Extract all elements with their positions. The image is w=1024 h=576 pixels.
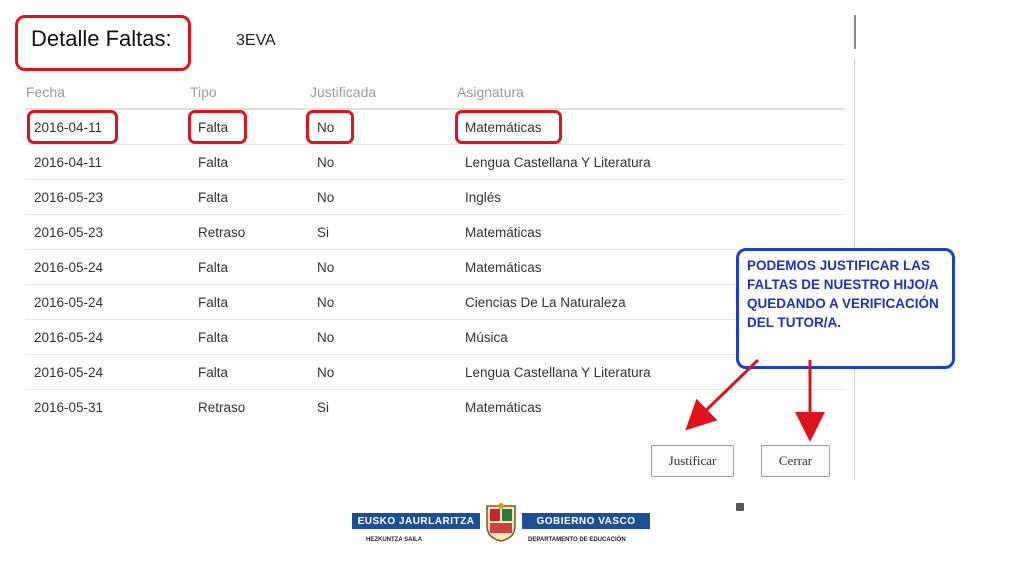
table-row[interactable]: 2016-05-31 Retraso Si Matemáticas [25, 390, 845, 425]
cell-justificada: No [317, 330, 335, 345]
table-row[interactable]: 2016-05-24 Falta No Matemáticas [25, 250, 845, 285]
cell-asignatura: Ciencias De La Naturaleza [465, 295, 626, 310]
cell-tipo: Falta [198, 155, 229, 170]
government-logo: EUSKO JAURLARITZA GOBIERNO VASCO HEZKUNT… [352, 500, 650, 550]
justify-button[interactable]: Justificar [651, 445, 734, 477]
coat-of-arms-icon [486, 503, 516, 542]
cell-fecha: 2016-04-11 [34, 155, 103, 170]
highlight-justificada [306, 110, 354, 144]
highlight-asignatura [455, 110, 562, 144]
column-header-tipo[interactable]: Tipo [190, 84, 217, 100]
cell-fecha: 2016-05-23 [34, 225, 104, 240]
page-title: Detalle Faltas: [31, 26, 172, 51]
cell-asignatura: Matemáticas [465, 260, 542, 275]
period-label: 3EVA [236, 32, 276, 49]
cell-justificada: Si [317, 225, 330, 240]
cell-tipo: Retraso [198, 225, 246, 240]
table-row[interactable]: 2016-04-11 Falta No Matemáticas [25, 110, 845, 145]
cell-fecha: 2016-05-23 [34, 190, 104, 205]
logo-right-subtitle: DEPARTAMENTO DE EDUCACIÓN [528, 537, 626, 543]
cell-tipo: Falta [198, 190, 229, 205]
table-row[interactable]: 2016-05-24 Falta No Lengua Castellana Y … [25, 355, 845, 390]
logo-right-bar: GOBIERNO VASCO [522, 513, 650, 529]
column-header-asignatura[interactable]: Asignatura [457, 84, 524, 100]
cell-asignatura: Matemáticas [465, 225, 542, 240]
cell-asignatura: Música [465, 330, 508, 345]
cell-fecha: 2016-05-24 [34, 365, 104, 380]
cell-fecha: 2016-05-24 [34, 295, 104, 310]
cell-justificada: No [317, 155, 335, 170]
window-divider [854, 15, 856, 49]
cell-fecha: 2016-05-31 [34, 400, 104, 415]
cell-fecha: 2016-05-24 [34, 330, 104, 345]
cell-asignatura: Inglés [465, 190, 502, 205]
cell-tipo: Falta [198, 330, 229, 345]
small-square-marker [736, 503, 744, 511]
column-header-fecha[interactable]: Fecha [26, 84, 65, 100]
cell-asignatura: Lengua Castellana Y Literatura [465, 365, 651, 380]
logo-left-subtitle: HEZKUNTZA SAILA [366, 537, 423, 543]
cell-fecha: 2016-05-24 [34, 260, 104, 275]
cell-justificada: Si [317, 400, 330, 415]
table-row[interactable]: 2016-04-11 Falta No Lengua Castellana Y … [25, 145, 845, 180]
cell-tipo: Retraso [198, 400, 246, 415]
cell-justificada: No [317, 295, 335, 310]
cell-asignatura: Matemáticas [465, 400, 542, 415]
cell-justificada: No [317, 365, 335, 380]
logo-left-bar: EUSKO JAURLARITZA [352, 513, 480, 529]
table-row[interactable]: 2016-05-24 Falta No Música [25, 320, 845, 355]
column-header-justificada[interactable]: Justificada [310, 84, 376, 100]
info-callout: PODEMOS JUSTIFICAR LAS FALTAS DE NUESTRO… [736, 248, 955, 369]
cell-asignatura: Lengua Castellana Y Literatura [465, 155, 651, 170]
table-row[interactable]: 2016-05-24 Falta No Ciencias De La Natur… [25, 285, 845, 320]
callout-text: PODEMOS JUSTIFICAR LAS FALTAS DE NUESTRO… [747, 258, 939, 330]
highlight-fecha [27, 110, 118, 144]
cell-tipo: Falta [198, 295, 229, 310]
highlight-tipo [188, 110, 247, 144]
table-row[interactable]: 2016-05-23 Retraso Si Matemáticas [25, 215, 845, 250]
cell-justificada: No [317, 260, 335, 275]
table-row[interactable]: 2016-05-23 Falta No Inglés [25, 180, 845, 215]
close-button[interactable]: Cerrar [761, 445, 830, 477]
cell-tipo: Falta [198, 260, 229, 275]
cell-justificada: No [317, 190, 335, 205]
cell-tipo: Falta [198, 365, 229, 380]
